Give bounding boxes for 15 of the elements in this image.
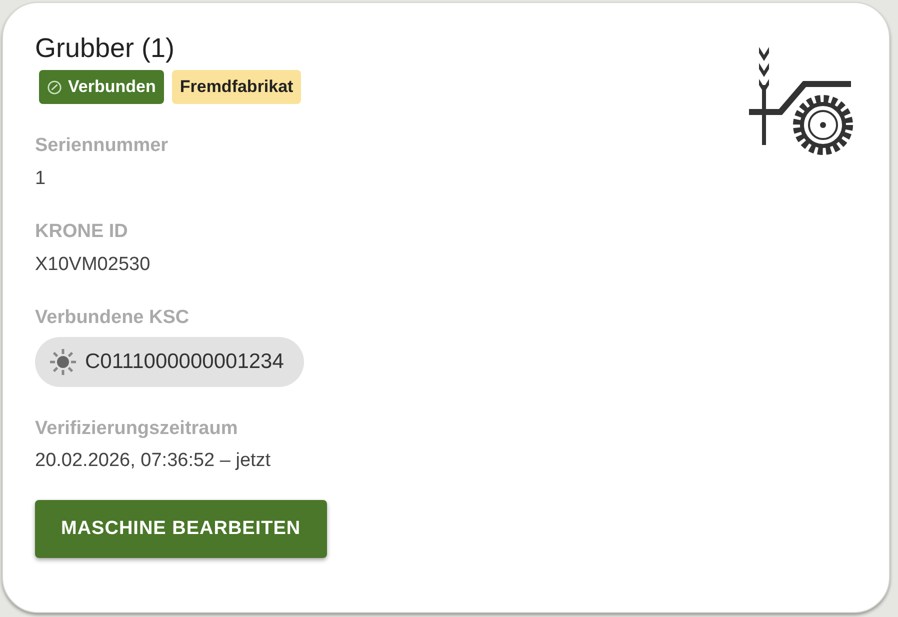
field-label: Verbundene KSC	[35, 308, 190, 329]
sun-icon	[49, 348, 77, 376]
card-title: Grubber (1)	[35, 32, 176, 65]
tractor-icon	[749, 45, 853, 157]
ksc-chip: C0111000000001234	[35, 336, 304, 387]
field-value: 1	[35, 168, 47, 190]
field-label: KRONE ID	[35, 222, 129, 243]
field-label: Verifizierungszeitraum	[35, 418, 239, 440]
check-circle-icon	[47, 80, 62, 95]
field-label: Seriennummer	[35, 136, 170, 157]
field-value: X10VM02530	[35, 254, 152, 276]
status-badge: Verbunden	[39, 70, 164, 104]
edit-machine-button[interactable]: MASCHINE BEARBEITEN	[35, 500, 327, 558]
status-badge: Fremdfabrikat	[172, 70, 302, 104]
field-value: 20.02.2026, 07:36:52 – jetzt	[35, 451, 272, 472]
